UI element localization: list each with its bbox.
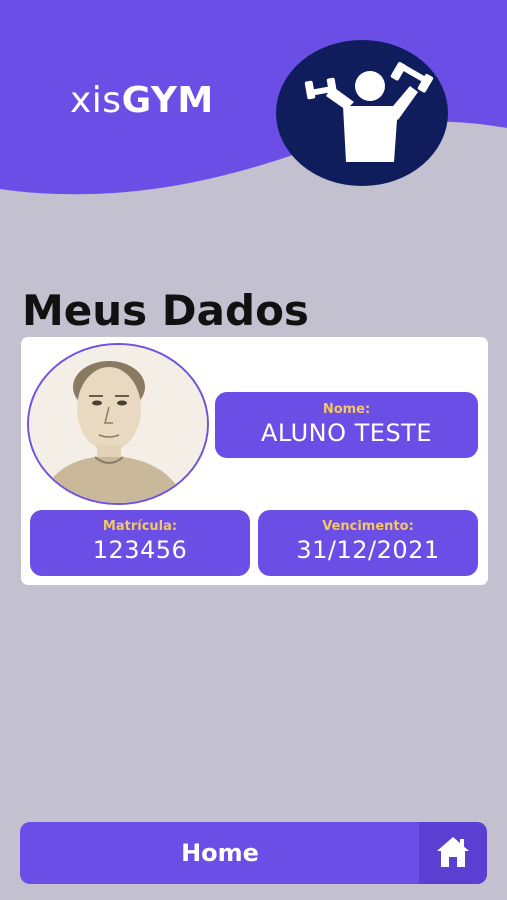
vencimento-value: 31/12/2021 bbox=[296, 536, 440, 564]
vencimento-label: Vencimento: bbox=[322, 519, 414, 534]
page-title: Meus Dados bbox=[22, 286, 309, 335]
matricula-value: 123456 bbox=[92, 536, 188, 564]
home-icon-button[interactable] bbox=[419, 822, 487, 884]
matricula-label: Matrícula: bbox=[102, 519, 178, 534]
nome-label: Nome: bbox=[322, 402, 371, 417]
app-logo-text: xisGYM bbox=[70, 80, 214, 121]
gym-logo bbox=[276, 40, 448, 186]
profile-card: Nome: ALUNO TESTE Matrícula: 123456 Venc… bbox=[21, 337, 488, 585]
nome-field: Nome: ALUNO TESTE bbox=[215, 392, 478, 458]
matricula-field: Matrícula: 123456 bbox=[30, 510, 250, 576]
home-icon bbox=[437, 837, 469, 867]
bottom-nav: Home bbox=[20, 822, 487, 884]
vencimento-field: Vencimento: 31/12/2021 bbox=[258, 510, 478, 576]
brand-prefix: xis bbox=[70, 80, 122, 121]
brand-name: GYM bbox=[121, 80, 214, 121]
avatar bbox=[27, 343, 209, 505]
dumbbell-person-icon bbox=[304, 61, 434, 162]
home-button[interactable]: Home bbox=[20, 822, 420, 884]
user-photo bbox=[29, 345, 207, 503]
nome-value: ALUNO TESTE bbox=[260, 419, 432, 447]
